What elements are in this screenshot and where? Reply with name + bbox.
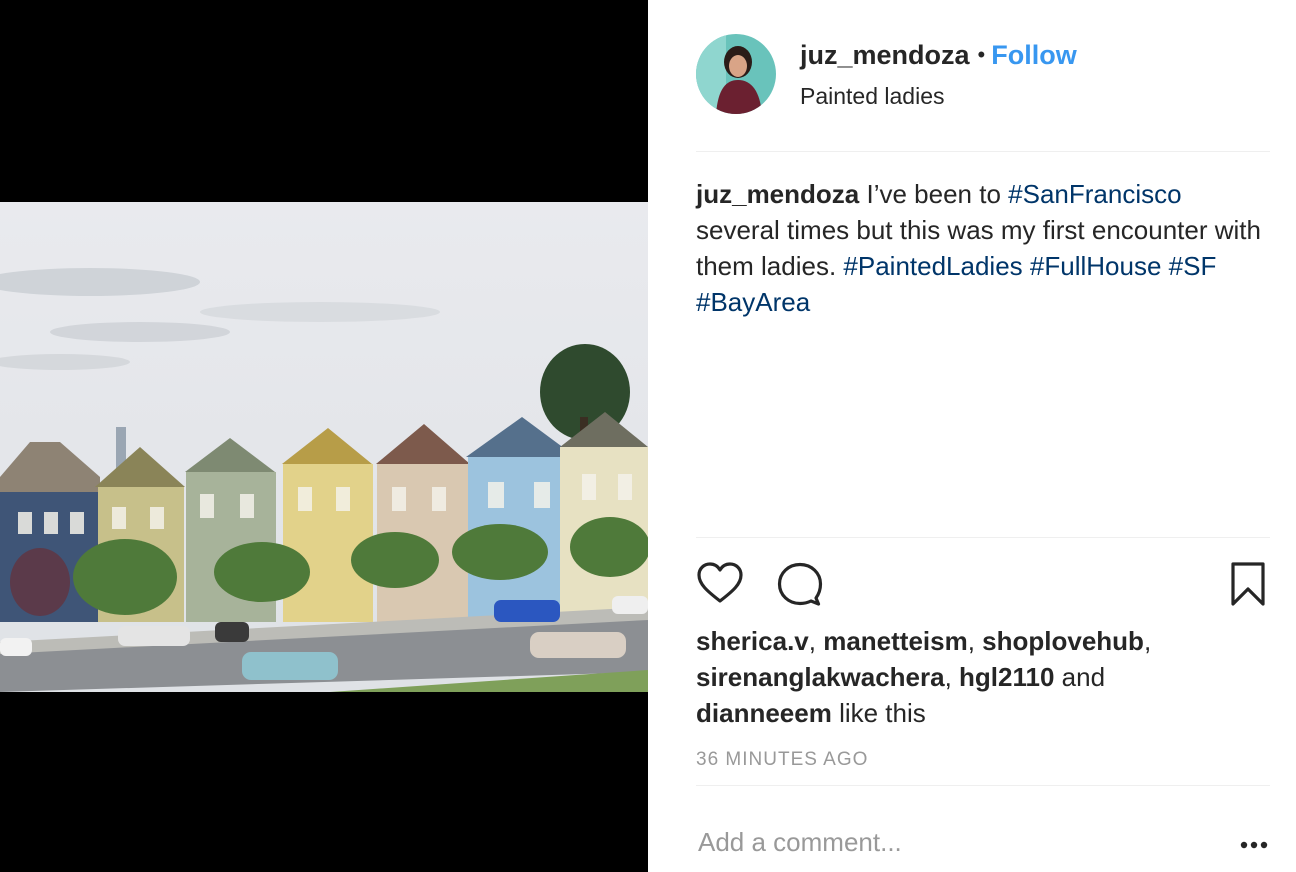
comment-divider	[696, 785, 1270, 786]
liker-username[interactable]: shoplovehub	[982, 626, 1144, 656]
post-header: juz_mendoza • Follow Painted ladies	[696, 34, 1270, 114]
post-details-panel: juz_mendoza • Follow Painted ladies juz_me…	[648, 0, 1296, 872]
likes-and-text: and	[1061, 662, 1106, 692]
username-row: juz_mendoza • Follow	[800, 40, 1077, 71]
caption-username[interactable]: juz_mendoza	[696, 179, 859, 209]
hashtag-link[interactable]: #FullHouse	[1030, 251, 1162, 281]
location-link[interactable]: Painted ladies	[800, 83, 945, 110]
liker-username[interactable]: manetteism	[823, 626, 968, 656]
caption-divider	[696, 537, 1270, 538]
hashtag-link[interactable]: #SanFrancisco	[1008, 179, 1181, 209]
liker-username[interactable]: hgl2110	[959, 662, 1054, 692]
hashtag-link[interactable]: #SF	[1169, 251, 1217, 281]
comment-icon[interactable]	[776, 560, 824, 608]
liker-username[interactable]: dianneeem	[696, 698, 832, 728]
heart-icon[interactable]	[696, 560, 744, 608]
post-media	[0, 0, 648, 872]
header-divider	[696, 151, 1270, 152]
more-options-icon[interactable]	[1236, 830, 1276, 860]
liker-username[interactable]: sirenanglakwachera	[696, 662, 945, 692]
caption-text: I’ve been to	[859, 179, 1009, 209]
post-photo[interactable]	[0, 202, 648, 692]
follow-button[interactable]: Follow	[991, 40, 1076, 70]
avatar[interactable]	[696, 34, 776, 114]
post-caption: juz_mendoza I’ve been to #SanFrancisco s…	[696, 176, 1270, 320]
likes-suffix-text: like this	[839, 698, 926, 728]
likes-summary: sherica.v, manetteism, shoplovehub, sire…	[696, 626, 1152, 728]
hashtag-link[interactable]: #BayArea	[696, 287, 810, 317]
post-timestamp[interactable]: 36 MINUTES AGO	[696, 749, 868, 771]
action-bar	[696, 560, 1270, 608]
author-username[interactable]: juz_mendoza	[800, 40, 970, 70]
liker-username[interactable]: sherica.v	[696, 626, 809, 656]
separator-dot: •	[977, 42, 986, 67]
bookmark-icon[interactable]	[1224, 560, 1272, 608]
comment-input[interactable]	[698, 822, 1218, 862]
hashtag-link[interactable]: #PaintedLadies	[843, 251, 1022, 281]
